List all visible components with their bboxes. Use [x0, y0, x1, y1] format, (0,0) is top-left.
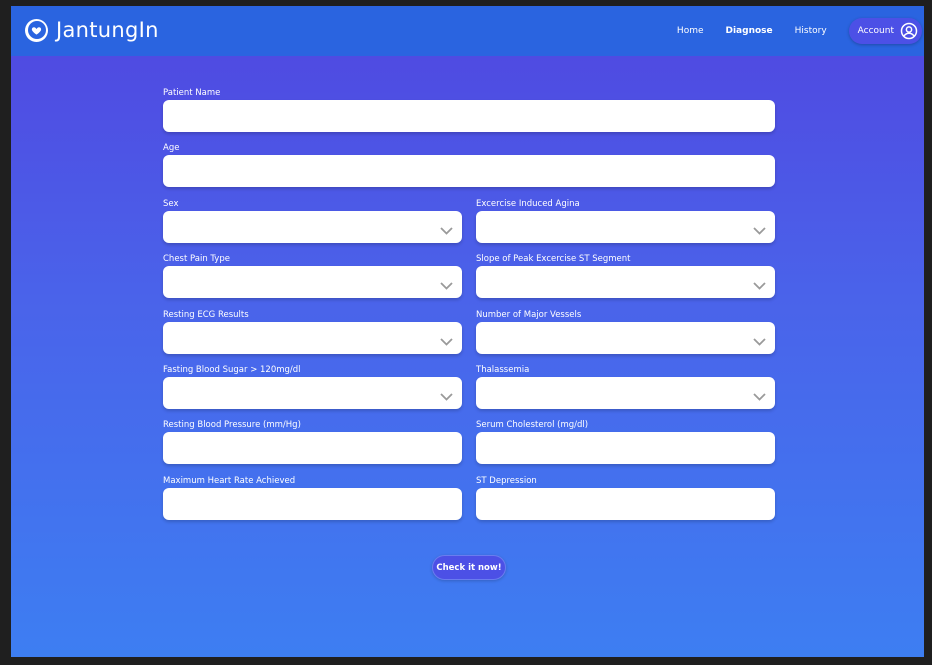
sex-select[interactable]	[163, 211, 462, 243]
resting-bp-input[interactable]	[163, 432, 462, 464]
nav-link-diagnose[interactable]: Diagnose	[726, 26, 773, 36]
nav-link-history[interactable]: History	[795, 26, 827, 36]
chest-pain-select[interactable]	[163, 266, 462, 298]
st-depression-label: ST Depression	[476, 476, 537, 486]
account-button[interactable]: Account	[848, 18, 922, 44]
chevron-down-icon	[440, 277, 453, 295]
chevron-down-icon	[440, 222, 453, 240]
chevron-down-icon	[440, 388, 453, 406]
max-heart-rate-label: Maximum Heart Rate Achieved	[163, 476, 296, 486]
exercise-angina-label: Excercise Induced Agina	[476, 199, 580, 209]
sex-label: Sex	[163, 199, 179, 209]
thalassemia-label: Thalassemia	[476, 365, 530, 375]
brand[interactable]: JantungIn	[25, 18, 159, 42]
navbar: JantungIn Home Diagnose History Account	[11, 6, 924, 56]
serum-cholesterol-input[interactable]	[476, 432, 775, 464]
resting-ecg-label: Resting ECG Results	[163, 310, 249, 320]
chevron-down-icon	[753, 222, 766, 240]
major-vessels-select[interactable]	[476, 322, 775, 354]
brand-name: JantungIn	[56, 18, 159, 42]
exercise-angina-select[interactable]	[476, 211, 775, 243]
st-depression-input[interactable]	[476, 488, 775, 520]
chevron-down-icon	[440, 333, 453, 351]
check-now-button[interactable]: Check it now!	[432, 555, 506, 580]
nav-link-home[interactable]: Home	[677, 26, 704, 36]
app-window: JantungIn Home Diagnose History Account …	[11, 6, 924, 657]
fasting-sugar-label: Fasting Blood Sugar > 120mg/dl	[163, 365, 301, 375]
chest-pain-label: Chest Pain Type	[163, 254, 230, 264]
chevron-down-icon	[753, 277, 766, 295]
patient-name-label: Patient Name	[163, 88, 221, 98]
serum-cholesterol-label: Serum Cholesterol (mg/dl)	[476, 420, 589, 430]
age-label: Age	[163, 143, 180, 153]
max-heart-rate-input[interactable]	[163, 488, 462, 520]
slope-st-label: Slope of Peak Excercise ST Segment	[476, 254, 631, 264]
nav-links: Home Diagnose History Account	[677, 6, 924, 56]
slope-st-select[interactable]	[476, 266, 775, 298]
chevron-down-icon	[753, 388, 766, 406]
heart-icon	[25, 18, 48, 42]
patient-name-input[interactable]	[163, 100, 775, 132]
thalassemia-select[interactable]	[476, 377, 775, 409]
account-label: Account	[857, 26, 894, 36]
chevron-down-icon	[753, 333, 766, 351]
major-vessels-label: Number of Major Vessels	[476, 310, 582, 320]
user-circle-icon	[900, 22, 918, 40]
resting-ecg-select[interactable]	[163, 322, 462, 354]
resting-bp-label: Resting Blood Pressure (mm/Hg)	[163, 420, 301, 430]
age-input[interactable]	[163, 155, 775, 187]
fasting-sugar-select[interactable]	[163, 377, 462, 409]
